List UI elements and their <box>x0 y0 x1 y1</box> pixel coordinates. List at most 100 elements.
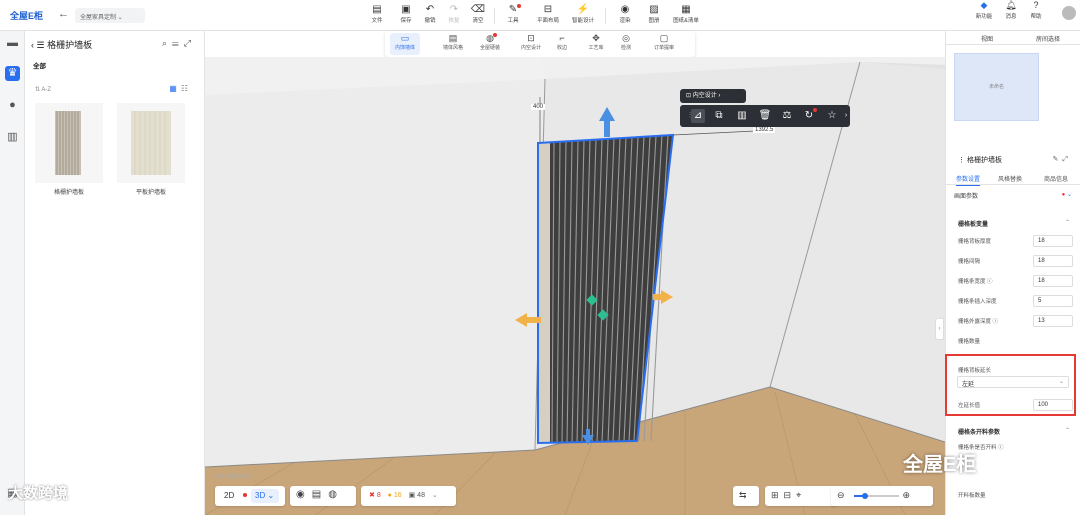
tab-parameters[interactable]: 参数设置 <box>956 174 981 186</box>
camera-view-icon[interactable]: ⊟ <box>784 490 797 500</box>
project-dropdown[interactable]: 全屋家具定制 ⌄ <box>75 8 145 23</box>
check-button[interactable]: ◎ 检测 <box>611 33 641 55</box>
inner-space-design-chip[interactable]: ⊡ 内空设计 › <box>680 89 746 103</box>
eye-icon[interactable]: ◉ <box>296 489 312 500</box>
tab-style-replace[interactable]: 风格替换 <box>998 174 1022 183</box>
grid-view-icon[interactable]: ▦ <box>169 84 181 93</box>
list-view-icon[interactable]: ☷ <box>181 84 192 93</box>
scheme-label: 画面参数 <box>954 194 979 200</box>
grille-panel-thumbnail <box>35 103 103 183</box>
height-dimension-label[interactable]: 400 <box>531 104 546 110</box>
scheme-actions[interactable]: ● ⌄ <box>1062 191 1072 198</box>
design-chip-label: 内空设计 <box>692 93 717 99</box>
param-input[interactable]: 18 <box>1033 255 1073 267</box>
clear-button[interactable]: ⌫ 清空 <box>465 3 491 29</box>
warning-count-value: 16 <box>393 492 402 499</box>
chevron-up-icon[interactable]: ⌃ <box>1065 219 1070 226</box>
help-button[interactable]: ? 帮助 <box>1024 0 1048 20</box>
param-input[interactable]: 13 <box>1033 315 1073 327</box>
reference-hint[interactable]: 显示/隐藏参考线 <box>215 473 251 480</box>
sort-icon: ⇅ <box>35 87 41 93</box>
album-button[interactable]: ▨ 图册 <box>641 3 667 29</box>
zoom-out-icon[interactable]: ⊖ <box>837 490 850 500</box>
param-label: 开料板数量 <box>958 493 986 499</box>
replace-icon[interactable]: ⊿ <box>691 109 705 123</box>
back-chevron-icon[interactable]: ‹ <box>31 40 34 50</box>
room-minimap[interactable]: 未命名 <box>954 53 1039 121</box>
toggle-panel-icon[interactable]: ⇆ <box>733 486 759 506</box>
bus-icon[interactable]: ▥ <box>5 130 20 145</box>
notification-dot <box>517 4 521 8</box>
mode-2d-button[interactable]: 2D <box>224 491 234 500</box>
mode-3d-button[interactable]: 3D ⌄ <box>251 489 279 503</box>
param-input[interactable]: 18 <box>1033 275 1073 287</box>
library-item[interactable]: 平板护墙板 <box>117 103 185 196</box>
zoom-slider-knob[interactable] <box>861 492 868 499</box>
interior-wall-button[interactable]: ▭ 内饰墙体 <box>390 33 420 55</box>
new-feature-button[interactable]: ◆ 新功能 <box>972 0 996 20</box>
search-icon[interactable]: ⌕ <box>162 38 172 48</box>
user-icon[interactable]: ● <box>5 98 20 113</box>
expand-icon[interactable]: ⤢ <box>184 38 196 48</box>
zoom-in-icon[interactable]: ⊕ <box>903 490 916 500</box>
edit-icon[interactable]: ✎ <box>1053 156 1063 163</box>
order-review-button[interactable]: ▢ 订单提审 <box>649 33 679 55</box>
measure-icon[interactable]: ⚖ <box>780 109 794 123</box>
panel-title-actions: ✎⤢ <box>1053 155 1072 164</box>
category-label[interactable]: 全部 <box>33 60 46 70</box>
favorite-star-icon[interactable]: ☆ <box>825 109 839 123</box>
inner-space-button[interactable]: ⊡ 内空设计 <box>516 33 546 55</box>
more-chevron-icon[interactable]: › <box>839 109 853 123</box>
craft-icon: ✥ <box>592 33 600 43</box>
zoom-slider[interactable] <box>853 492 899 499</box>
smart-design-icon: ⚡ <box>576 4 590 15</box>
material-icon[interactable]: ◍ <box>328 489 344 500</box>
param-input[interactable]: 18 <box>1033 235 1073 247</box>
smart-design-button[interactable]: ⚡ 智能设计 <box>570 3 596 29</box>
notification-dot <box>813 108 817 112</box>
panel-style-icon[interactable]: ▥ <box>735 109 749 123</box>
left-rail: ▬ ♛ ● ▥ ▦ <box>0 31 25 515</box>
floorplan-button[interactable]: ⊟ 平面布局 <box>535 3 561 29</box>
expand-icon[interactable]: ⤢ <box>1062 156 1072 163</box>
tab-product-info[interactable]: 商品信息 <box>1044 174 1068 183</box>
param-input[interactable]: 5 <box>1033 295 1073 307</box>
mode-2d-label: 2D <box>224 491 235 500</box>
width-dimension-label[interactable]: 1392.5 <box>753 127 776 133</box>
messages-button[interactable]: 🔔︎ 消息 <box>999 0 1023 20</box>
craft-library-button[interactable]: ✥ 工艺库 <box>581 33 611 55</box>
error-count: ✖ 8 <box>369 492 381 499</box>
param-row: 栅格间隔 18 <box>958 255 1073 267</box>
library-title: 格栅护墙板 <box>47 40 93 50</box>
whole-house-button[interactable]: ◍ 全屋硬装 <box>475 33 505 55</box>
library-item-name: 平板护墙板 <box>135 190 166 196</box>
cabinet-icon[interactable]: ▬ <box>5 36 20 51</box>
tools-button[interactable]: ✎ 工具 <box>500 3 526 29</box>
app-logo: 全屋E柜 <box>10 11 44 21</box>
camera-fit-icon[interactable]: ⊞ <box>771 490 784 500</box>
avatar[interactable] <box>1062 6 1076 20</box>
issue-counter[interactable]: ✖ 8 ● 16 ▣ 48 ⌄ <box>361 486 456 506</box>
tab-room-select[interactable]: 房间选择 <box>1036 34 1060 43</box>
delete-icon[interactable]: 🗑︎ <box>758 109 772 123</box>
param-label: 栅格间隔 <box>958 259 981 265</box>
filter-icon[interactable]: ☰ <box>172 38 184 48</box>
copy-icon[interactable]: ⧉ <box>712 109 726 123</box>
chevron-up-icon[interactable]: ⌃ <box>1065 427 1070 434</box>
param-label: 栅格背板厚度 <box>958 239 992 245</box>
drag-handle-icon[interactable]: ⋮ <box>958 157 965 164</box>
whole-house-icon: ◍ <box>486 33 494 43</box>
param-row: 栅格条宽度 ⓘ 18 <box>958 275 1073 287</box>
sort-toggle[interactable]: ⇅ A-Z <box>35 86 51 93</box>
crown-icon[interactable]: ♛ <box>5 66 20 81</box>
library-item[interactable]: 格栅护墙板 <box>35 103 103 196</box>
edge-button[interactable]: ⌐ 收边 <box>547 33 577 55</box>
wall-style-button[interactable]: ▤ 墙体风格 <box>438 33 468 55</box>
tab-view[interactable]: 视图 <box>981 34 993 43</box>
layers-icon[interactable]: ▤ <box>312 489 328 500</box>
back-arrow-icon[interactable]: ← <box>58 8 69 20</box>
drawings-button[interactable]: ▦ 图纸&清单 <box>673 3 699 29</box>
collapse-panel-icon[interactable]: › <box>935 318 944 340</box>
properties-panel: 视图 房间选择 未命名 ⋮ 格栅护墙板 ✎⤢ 参数设置 风格替换 商品信息 画面… <box>945 31 1080 515</box>
focus-icon[interactable]: ⌖ <box>796 490 806 500</box>
